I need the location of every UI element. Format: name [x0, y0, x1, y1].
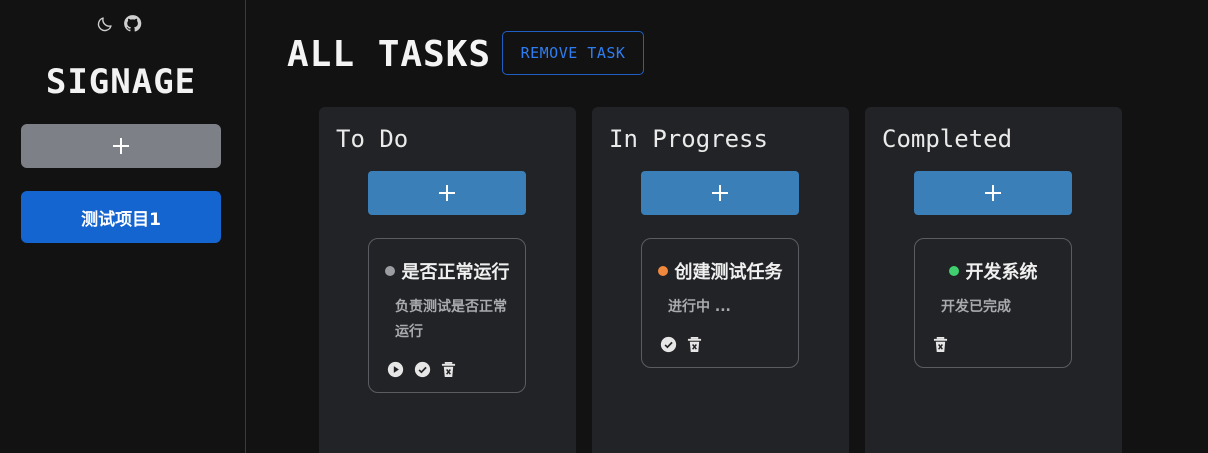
check-icon[interactable] [414, 361, 431, 378]
task-actions [383, 361, 511, 378]
column-title: In Progress [609, 125, 768, 153]
moon-icon[interactable] [96, 15, 114, 33]
sidebar-item-project[interactable]: 测试项目1 [21, 191, 221, 243]
column-todo: To Do 是否正常运行 负责测试是否正常运行 [319, 107, 576, 453]
check-icon[interactable] [660, 336, 677, 353]
page-title: ALL TASKS [287, 34, 492, 75]
status-dot [657, 266, 668, 276]
remove-task-button[interactable]: REMOVE TASK [502, 31, 644, 75]
task-actions [656, 336, 784, 353]
sidebar: SIGNAGE 测试项目1 [0, 0, 246, 453]
task-card[interactable]: 开发系统 开发已完成 [914, 238, 1072, 368]
task-actions [929, 336, 1057, 353]
play-icon[interactable] [387, 361, 404, 378]
column-completed: Completed 开发系统 开发已完成 [865, 107, 1122, 453]
column-in-progress: In Progress 创建测试任务 进行中 ... [592, 107, 849, 453]
add-task-button[interactable] [641, 171, 799, 215]
brand-title: SIGNAGE [45, 62, 197, 102]
trash-icon[interactable] [933, 336, 948, 353]
task-description: 进行中 ... [668, 299, 731, 315]
task-card[interactable]: 是否正常运行 负责测试是否正常运行 [368, 238, 526, 393]
trash-icon[interactable] [441, 361, 456, 378]
add-task-button[interactable] [914, 171, 1072, 215]
task-title: 是否正常运行 [401, 262, 510, 283]
task-title: 创建测试任务 [674, 262, 783, 283]
top-icons [96, 14, 142, 33]
task-description: 负责测试是否正常运行 [395, 299, 507, 340]
add-project-button[interactable] [21, 124, 221, 168]
column-title: Completed [882, 125, 1013, 153]
status-dot [948, 266, 959, 276]
plus-icon [113, 138, 129, 154]
status-dot [384, 266, 395, 276]
github-icon[interactable] [123, 14, 142, 33]
trash-icon[interactable] [687, 336, 702, 353]
column-title: To Do [336, 125, 409, 153]
plus-icon [985, 185, 1001, 201]
task-description: 开发已完成 [941, 299, 1011, 315]
task-title: 开发系统 [965, 262, 1038, 283]
add-task-button[interactable] [368, 171, 526, 215]
task-card[interactable]: 创建测试任务 进行中 ... [641, 238, 799, 368]
plus-icon [439, 185, 455, 201]
plus-icon [712, 185, 728, 201]
